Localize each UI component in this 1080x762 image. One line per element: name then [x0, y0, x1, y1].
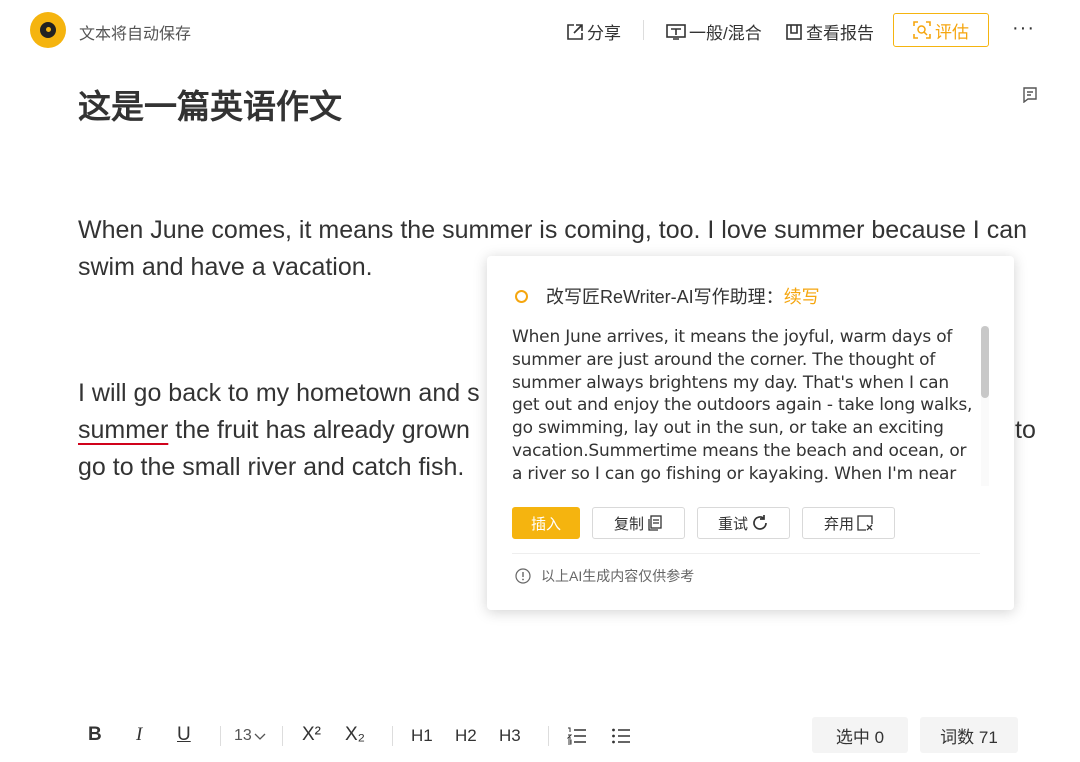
more-options-icon[interactable]: ···	[1012, 17, 1035, 40]
top-bar: 文本将自动保存 分享 一般/混合 查看报告 评估 ···	[0, 0, 1080, 60]
subscript-button[interactable]: X₂	[345, 724, 365, 746]
ordered-list-icon[interactable]	[566, 726, 587, 751]
heading-1-button[interactable]: H1	[411, 726, 433, 746]
chevron-down-icon	[254, 733, 266, 740]
share-icon	[567, 23, 583, 40]
mode-label: 一般/混合	[689, 24, 762, 43]
copy-icon	[648, 515, 662, 531]
popup-header: 改写匠ReWriter-AI写作助理： 续写	[515, 283, 820, 309]
share-label: 分享	[587, 24, 621, 43]
toolbar-divider	[548, 726, 549, 746]
popup-title: 改写匠ReWriter-AI写作助理：	[546, 287, 784, 307]
popup-mode: 续写	[783, 287, 820, 307]
evaluate-label: 评估	[935, 22, 969, 42]
italic-button[interactable]: I	[136, 724, 142, 746]
paragraph-2-line-3: go to the small river and catch fish.	[78, 453, 465, 481]
header-divider	[643, 20, 644, 40]
paragraph-2-line-2: the fruit has already grown	[168, 416, 470, 444]
ai-disclaimer: 以上AI生成内容仅供参考	[515, 566, 694, 586]
heading-2-button[interactable]: H2	[455, 726, 477, 746]
scan-icon	[913, 21, 931, 39]
discard-label: 弃用	[823, 515, 854, 533]
evaluate-button[interactable]: 评估	[893, 13, 989, 47]
insert-label: 插入	[530, 515, 561, 533]
copy-button[interactable]: 复制	[592, 507, 685, 539]
comment-icon[interactable]	[1022, 87, 1038, 108]
superscript-button[interactable]: X²	[302, 724, 321, 746]
refresh-icon	[753, 515, 767, 530]
discard-icon	[857, 515, 873, 531]
view-report-button[interactable]: 查看报告	[785, 19, 874, 44]
autosave-status: 文本将自动保存	[79, 26, 192, 43]
font-size-select[interactable]: 13	[234, 727, 266, 745]
ai-rewrite-popup: 改写匠ReWriter-AI写作助理： 续写 When June arrives…	[487, 256, 1014, 610]
paragraph-2-line-2-end: to	[1015, 416, 1036, 444]
app-logo	[30, 12, 66, 48]
popup-divider	[512, 553, 980, 554]
report-icon	[786, 23, 802, 40]
scrollbar-thumb[interactable]	[981, 326, 989, 398]
status-ring-icon	[515, 289, 528, 303]
heading-3-button[interactable]: H3	[499, 726, 521, 746]
insert-button[interactable]: 插入	[512, 507, 580, 539]
mode-icon	[666, 23, 686, 40]
bullet-list-icon[interactable]	[611, 726, 631, 751]
toolbar-divider	[392, 726, 393, 746]
copy-label: 复制	[613, 515, 644, 533]
document-title[interactable]: 这是一篇英语作文	[78, 80, 342, 128]
retry-label: 重试	[717, 515, 748, 533]
generated-text[interactable]: When June arrives, it means the joyful, …	[512, 326, 974, 486]
bold-button[interactable]: B	[88, 724, 102, 746]
share-button[interactable]: 分享	[566, 19, 621, 44]
underline-button[interactable]: U	[177, 724, 191, 746]
selected-count: 选中 0	[812, 717, 908, 753]
retry-button[interactable]: 重试	[697, 507, 790, 539]
spelling-error-word[interactable]: summer	[78, 416, 168, 444]
toolbar-divider	[220, 726, 221, 746]
word-count: 词数 71	[920, 717, 1018, 753]
paragraph-2-line-1: I will go back to my hometown and s	[78, 379, 480, 407]
popup-scrollbar[interactable]	[981, 326, 989, 486]
font-size-value: 13	[234, 727, 252, 744]
mode-button[interactable]: 一般/混合	[666, 19, 762, 44]
info-icon	[515, 568, 531, 584]
toolbar-divider	[282, 726, 283, 746]
disclaimer-text: 以上AI生成内容仅供参考	[541, 568, 695, 584]
report-label: 查看报告	[806, 24, 874, 43]
discard-button[interactable]: 弃用	[802, 507, 895, 539]
